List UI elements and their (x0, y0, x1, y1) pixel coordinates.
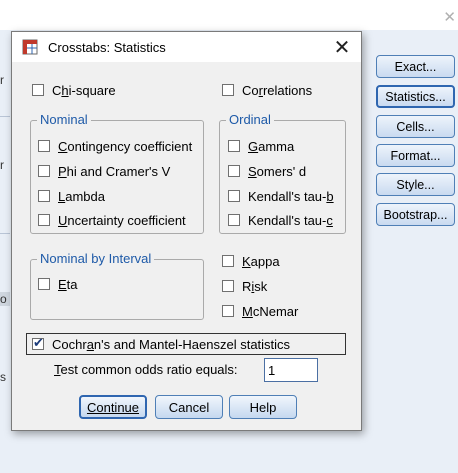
checkbox-box[interactable] (38, 214, 50, 226)
format-button-label: Format... (390, 148, 441, 163)
checkbox-box[interactable] (32, 335, 44, 351)
crosstabs-statistics-dialog: Crosstabs: Statistics ✕ Chi-square Corre… (11, 31, 362, 431)
crosstabs-app-icon (22, 39, 38, 55)
exact-button[interactable]: Exact... (376, 55, 455, 78)
checkbox-box[interactable] (32, 84, 44, 96)
checkbox-box[interactable] (222, 84, 234, 96)
nominal-group-title: Nominal (37, 112, 91, 127)
cells-button[interactable]: Cells... (376, 115, 455, 138)
bootstrap-button-label: Bootstrap... (383, 207, 448, 222)
gamma-checkbox[interactable]: Gamma (228, 137, 294, 155)
phi-cramers-v-label: Phi and Cramer's V (58, 163, 171, 179)
checkbox-box[interactable] (38, 190, 50, 202)
continue-button-label: Continue (86, 399, 140, 415)
close-icon[interactable]: ✕ (331, 35, 353, 60)
bootstrap-button[interactable]: Bootstrap... (376, 203, 455, 226)
odds-ratio-label: Test common odds ratio equals: (54, 362, 238, 377)
checkbox-box[interactable] (38, 165, 50, 177)
checkbox-box[interactable] (228, 165, 240, 177)
ordinal-group-title: Ordinal (226, 112, 274, 127)
contingency-coefficient-label: Contingency coefficient (58, 138, 193, 154)
parent-text-fragment: r (0, 73, 4, 87)
kendalls-tau-b-label: Kendall's tau-b (248, 188, 334, 204)
kendalls-tau-b-checkbox[interactable]: Kendall's tau-b (228, 187, 334, 205)
help-button[interactable]: Help (229, 395, 297, 419)
mcnemar-label: McNemar (242, 303, 299, 319)
phi-cramers-v-checkbox[interactable]: Phi and Cramer's V (38, 162, 170, 180)
eta-label: Eta (58, 276, 78, 292)
statistics-button[interactable]: Statistics... (376, 85, 455, 108)
dialog-titlebar: Crosstabs: Statistics ✕ (12, 32, 361, 62)
cochran-mantel-haenszel-label: Cochran's and Mantel-Haenszel statistics (52, 336, 291, 352)
lambda-checkbox[interactable]: Lambda (38, 187, 105, 205)
checkbox-box[interactable] (222, 255, 234, 267)
correlations-label: Correlations (242, 82, 313, 98)
help-button-label: Help (249, 399, 277, 415)
exact-button-label: Exact... (394, 59, 437, 74)
gamma-label: Gamma (248, 138, 295, 154)
mcnemar-checkbox[interactable]: McNemar (222, 302, 298, 320)
style-button-label: Style... (396, 177, 435, 192)
dialog-title: Crosstabs: Statistics (48, 40, 166, 55)
eta-checkbox[interactable]: Eta (38, 275, 78, 293)
checkbox-box[interactable] (228, 140, 240, 152)
kappa-checkbox[interactable]: Kappa (222, 252, 280, 270)
kendalls-tau-c-checkbox[interactable]: Kendall's tau-c (228, 211, 333, 229)
parent-text-fragment: r (0, 158, 4, 172)
correlations-checkbox[interactable]: Correlations (222, 81, 312, 99)
uncertainty-coefficient-checkbox[interactable]: Uncertainty coefficient (38, 211, 186, 229)
statistics-button-label: Statistics... (385, 89, 446, 104)
parent-text-fragment: s (0, 370, 6, 384)
parent-text-fragment: o (0, 292, 10, 306)
cancel-button-label: Cancel (168, 399, 210, 415)
checkbox-box[interactable] (38, 140, 50, 152)
cells-button-label: Cells... (396, 119, 435, 134)
uncertainty-coefficient-label: Uncertainty coefficient (58, 212, 186, 228)
checkbox-box[interactable] (222, 305, 234, 317)
chi-square-label: Chi-square (52, 82, 116, 98)
cancel-button[interactable]: Cancel (155, 395, 223, 419)
lambda-label: Lambda (58, 188, 105, 204)
checkbox-box[interactable] (38, 278, 50, 290)
chi-square-checkbox[interactable]: Chi-square (32, 81, 116, 99)
style-button[interactable]: Style... (376, 173, 455, 196)
checkbox-box[interactable] (228, 190, 240, 202)
checkbox-box[interactable] (222, 280, 234, 292)
cochran-mantel-haenszel-checkbox[interactable]: Cochran's and Mantel-Haenszel statistics (32, 335, 290, 353)
parent-divider (0, 233, 10, 234)
risk-label: Risk (242, 278, 268, 294)
somers-d-label: Somers' d (248, 163, 307, 179)
kappa-label: Kappa (242, 253, 280, 269)
kendalls-tau-c-label: Kendall's tau-c (248, 212, 333, 228)
risk-checkbox[interactable]: Risk (222, 277, 267, 295)
parent-close-icon[interactable]: ✕ (443, 8, 456, 26)
checkbox-box[interactable] (228, 214, 240, 226)
format-button[interactable]: Format... (376, 144, 455, 167)
nominal-by-interval-title: Nominal by Interval (37, 251, 155, 266)
somers-d-checkbox[interactable]: Somers' d (228, 162, 306, 180)
parent-divider (0, 116, 10, 117)
contingency-coefficient-checkbox[interactable]: Contingency coefficient (38, 137, 192, 155)
continue-button[interactable]: Continue (79, 395, 147, 419)
odds-ratio-input[interactable] (264, 358, 318, 382)
